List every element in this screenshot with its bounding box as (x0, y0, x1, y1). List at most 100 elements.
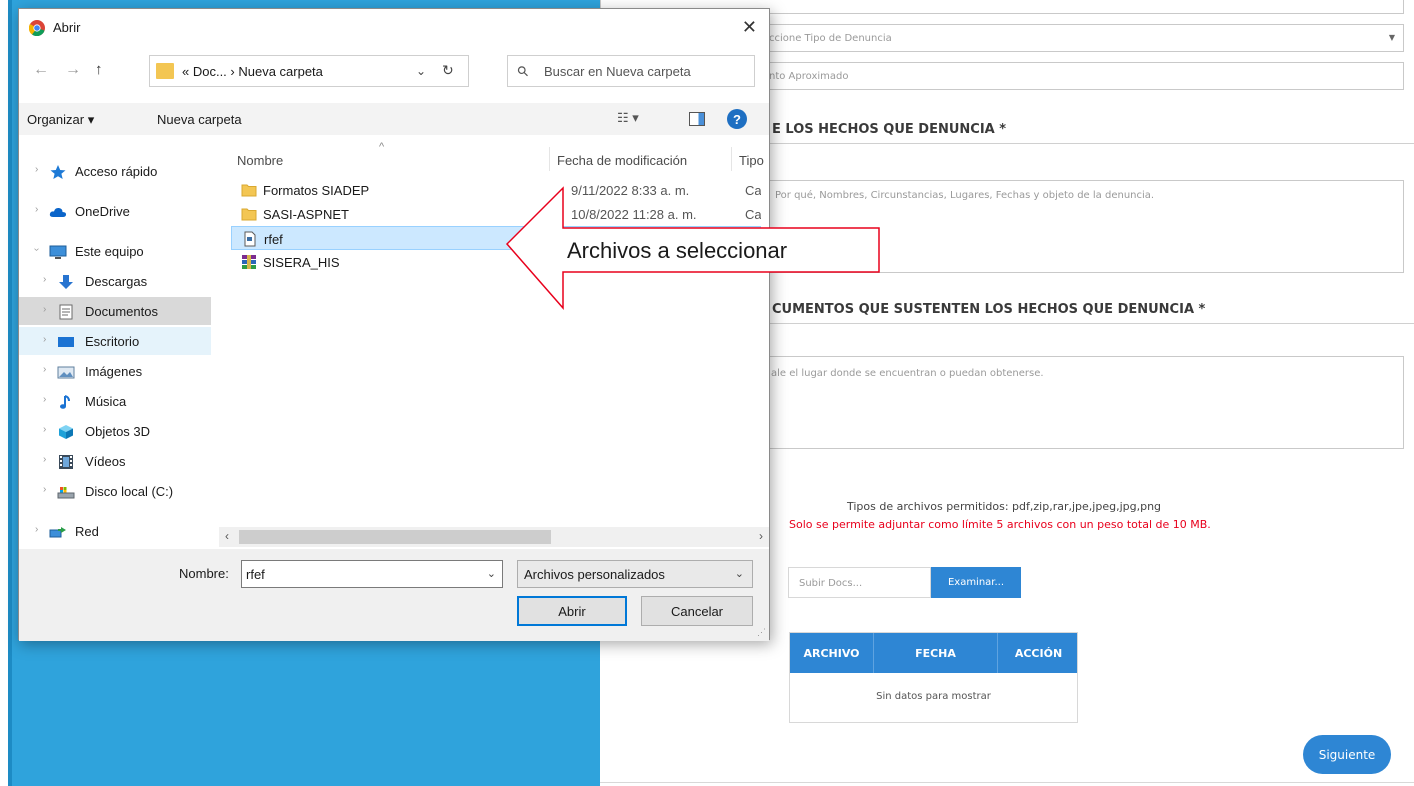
upload-docs-input[interactable]: Subir Docs... (788, 567, 931, 598)
help-icon[interactable]: ? (727, 109, 747, 129)
chevron-right-icon[interactable]: › (43, 334, 46, 345)
nav-item-3d-objects[interactable]: › Objetos 3D (19, 417, 211, 445)
star-icon (50, 165, 66, 179)
nav-item-this-pc[interactable]: › Este equipo (19, 237, 211, 265)
computer-icon (49, 245, 67, 259)
file-name: SASI-ASPNET (263, 207, 349, 222)
scroll-left-icon[interactable]: ‹ (225, 529, 229, 543)
empty-table-message: Sin datos para mostrar (876, 691, 991, 702)
folder-icon (241, 184, 257, 197)
chevron-right-icon[interactable]: › (35, 164, 38, 175)
navigation-pane: › Acceso rápido › OneDrive › Este equipo… (19, 145, 215, 547)
file-icon (244, 231, 256, 247)
open-file-dialog: Abrir ✕ ← → ↑ « Doc... › Nueva carpeta ⌄… (18, 8, 770, 641)
archive-icon (242, 255, 256, 269)
chevron-right-icon[interactable]: › (35, 524, 38, 535)
nav-item-onedrive[interactable]: › OneDrive (19, 197, 211, 225)
nav-item-network[interactable]: › Red (19, 517, 211, 545)
chevron-right-icon[interactable]: › (43, 424, 46, 435)
documents-table-header: ARCHIVO FECHA ACCIÓN (790, 633, 1077, 673)
nav-item-music[interactable]: › Música (19, 387, 211, 415)
view-options-icon[interactable]: ☷ ▾ (617, 110, 639, 126)
chevron-down-icon[interactable]: ⌄ (416, 64, 426, 78)
docs-placeholder: ale el lugar donde se encuentran o pueda… (771, 368, 1044, 379)
nav-item-videos[interactable]: › Vídeos (19, 447, 211, 475)
column-header-fecha[interactable]: FECHA (874, 633, 997, 673)
dialog-title: Abrir (53, 20, 81, 35)
nav-item-pictures[interactable]: › Imágenes (19, 357, 211, 385)
column-header-type[interactable]: Tipo (739, 153, 764, 168)
nav-label: Este equipo (75, 244, 144, 259)
nav-label: Documentos (85, 304, 158, 319)
refresh-icon[interactable]: ↻ (442, 62, 454, 79)
cube-icon (59, 425, 73, 439)
nav-label: Disco local (C:) (85, 484, 174, 499)
upload-docs-placeholder: Subir Docs... (799, 578, 863, 589)
column-header-name[interactable]: Nombre (237, 153, 283, 168)
column-header-date-modified[interactable]: Fecha de modificación (557, 153, 687, 168)
open-button[interactable]: Abrir (517, 596, 627, 626)
file-type-value: Archivos personalizados (524, 567, 665, 582)
cancel-button[interactable]: Cancelar (641, 596, 753, 626)
document-icon (59, 304, 73, 320)
chevron-right-icon[interactable]: › (43, 484, 46, 495)
forward-arrow-icon[interactable]: → (65, 61, 81, 79)
chevron-right-icon[interactable]: › (35, 204, 38, 215)
nav-label: Red (75, 524, 99, 539)
nav-label: OneDrive (75, 204, 130, 219)
up-arrow-icon[interactable]: ↑ (95, 61, 103, 78)
chevron-right-icon[interactable]: › (43, 394, 46, 405)
scrollbar-thumb[interactable] (239, 530, 551, 544)
address-bar[interactable]: « Doc... › Nueva carpeta ⌄ ↻ (149, 55, 469, 87)
next-button[interactable]: Siguiente (1303, 735, 1391, 774)
chevron-down-icon: ▼ (1388, 33, 1395, 42)
chrome-icon (29, 20, 45, 36)
scroll-right-icon[interactable]: › (759, 529, 763, 543)
annotation-label: Archivos a seleccionar (567, 238, 788, 263)
complaint-type-placeholder: ccione Tipo de Denuncia (769, 33, 892, 44)
cloud-icon (49, 207, 67, 217)
nav-item-quick-access[interactable]: › Acceso rápido (19, 157, 211, 185)
search-box[interactable]: ⚲ Buscar en Nueva carpeta (507, 55, 755, 87)
folder-icon (156, 63, 174, 79)
nav-label: Descargas (85, 274, 148, 289)
file-name-value: rfef (246, 567, 265, 582)
nav-item-local-disk[interactable]: › Disco local (C:) (19, 477, 211, 505)
page-left-edge (8, 0, 12, 786)
chevron-right-icon[interactable]: › (43, 274, 46, 285)
file-name-input[interactable]: rfef ⌄ (241, 560, 503, 588)
organize-menu[interactable]: Organizar ▾ (27, 112, 94, 128)
nav-label: Música (85, 394, 127, 409)
address-path: « Doc... › Nueva carpeta (182, 64, 323, 79)
close-icon[interactable]: ✕ (742, 17, 757, 38)
chevron-down-icon[interactable]: ⌄ (487, 567, 496, 580)
chevron-right-icon[interactable]: › (43, 364, 46, 375)
address-row: ← → ↑ « Doc... › Nueva carpeta ⌄ ↻ ⚲ Bus… (19, 55, 769, 87)
dialog-titlebar[interactable]: Abrir ✕ (19, 9, 769, 47)
nav-item-downloads[interactable]: › Descargas (19, 267, 211, 295)
browse-button[interactable]: Examinar... (931, 567, 1021, 598)
docs-textarea[interactable]: ale el lugar donde se encuentran o pueda… (760, 356, 1404, 449)
horizontal-scrollbar[interactable]: ‹ › (219, 527, 769, 547)
amount-input[interactable]: nto Aproximado (760, 62, 1404, 90)
video-icon (59, 455, 73, 469)
column-header-accion[interactable]: ACCIÓN (998, 633, 1079, 673)
back-arrow-icon[interactable]: ← (33, 61, 49, 79)
resize-grip-icon[interactable]: ⋰ (757, 627, 766, 638)
complaint-type-select[interactable]: ccione Tipo de Denuncia ▼ (760, 24, 1404, 52)
dialog-toolbar: Organizar ▾ Nueva carpeta ☷ ▾ ? (19, 103, 769, 135)
chevron-down-icon: ⌄ (734, 568, 744, 580)
chevron-right-icon[interactable]: › (43, 454, 46, 465)
chevron-down-icon[interactable]: › (31, 248, 42, 251)
nav-item-documents[interactable]: › Documentos (19, 297, 211, 325)
file-name-label: Nombre: (179, 566, 229, 581)
documents-table: ARCHIVO FECHA ACCIÓN Sin datos para most… (789, 632, 1078, 723)
preview-pane-icon[interactable] (689, 112, 705, 126)
file-list-header: ^ Nombre Fecha de modificación Tipo (219, 141, 769, 173)
column-header-archivo[interactable]: ARCHIVO (790, 633, 873, 673)
new-folder-button[interactable]: Nueva carpeta (157, 112, 242, 127)
nav-label: Acceso rápido (75, 164, 158, 179)
chevron-right-icon[interactable]: › (43, 304, 46, 315)
file-type-select[interactable]: Archivos personalizados ⌄ (517, 560, 753, 588)
nav-item-desktop[interactable]: › Escritorio (19, 327, 211, 355)
